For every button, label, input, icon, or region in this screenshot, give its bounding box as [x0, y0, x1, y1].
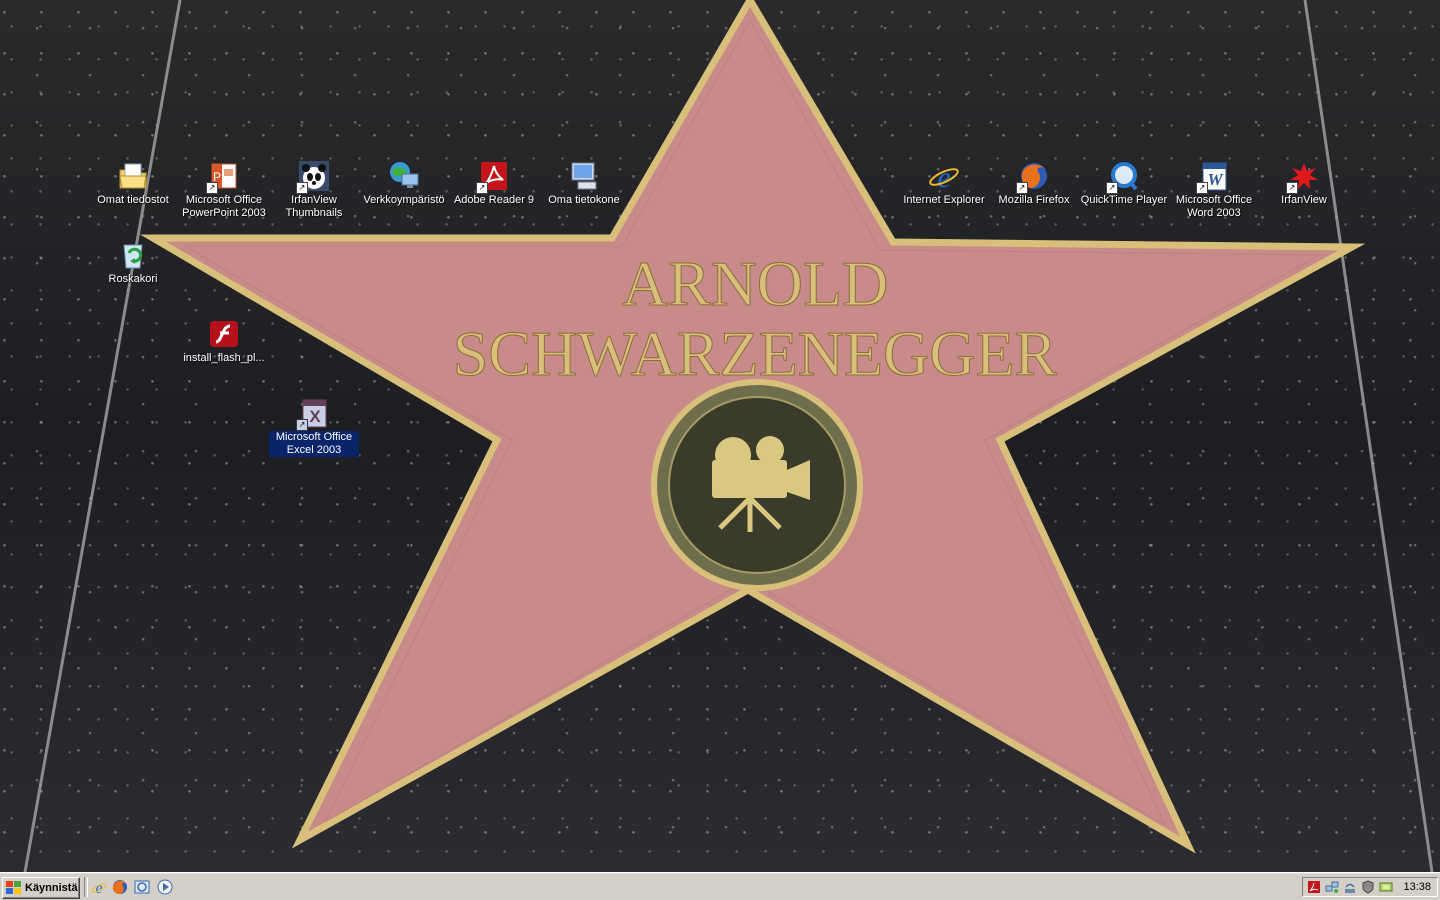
shortcut-arrow-icon: ↗ [1286, 182, 1298, 194]
taskbar: Käynnistä e 13:38 [0, 872, 1440, 900]
flash-installer-icon [208, 318, 240, 350]
powerpoint-icon: P ↗ [206, 160, 240, 194]
desktop-icon-label: Microsoft Office Excel 2003 [269, 431, 359, 457]
svg-text:e: e [937, 161, 950, 192]
star-name-line2: SCHWARZENEGGER [453, 318, 1058, 389]
quicktime-icon: ↗ [1106, 160, 1140, 194]
svg-text:X: X [309, 407, 321, 426]
star-name-line1: ARNOLD [622, 248, 889, 319]
internet-explorer-icon: e [928, 160, 960, 192]
tray-network-icon[interactable] [1325, 880, 1339, 894]
svg-text:e: e [95, 880, 102, 895]
quicklaunch-internet-explorer-icon[interactable]: e [91, 879, 107, 895]
desktop-icon-label: Verkkoympäristö [363, 194, 445, 206]
desktop-icon-my-computer[interactable]: Oma tietokone [539, 160, 629, 207]
my-computer-icon [568, 160, 600, 192]
desktop-icon-label: Omat tiedostot [97, 194, 169, 206]
desktop-icon-powerpoint[interactable]: P ↗ Microsoft Office PowerPoint 2003 [179, 160, 269, 220]
desktop-icon-label: Internet Explorer [903, 194, 985, 206]
start-label: Käynnistä [25, 882, 78, 894]
desktop-icon-label: IrfanView Thumbnails [285, 194, 343, 219]
tray-shield-icon[interactable] [1361, 880, 1375, 894]
desktop-icon-recycle-bin[interactable]: Roskakori [88, 239, 178, 286]
word-icon: W ↗ [1196, 160, 1230, 194]
desktop-icon-internet-explorer[interactable]: e Internet Explorer [899, 160, 989, 207]
wallpaper: ARNOLD SCHWARZENEGGER [23, 0, 1434, 872]
desktop-icon-label: Roskakori [108, 273, 158, 285]
desktop-icon-my-documents[interactable]: Omat tiedostot [88, 160, 178, 207]
desktop-icon-excel[interactable]: X ↗ Microsoft Office Excel 2003 [269, 397, 359, 457]
quicklaunch-media-player-icon[interactable] [157, 879, 173, 895]
shortcut-arrow-icon: ↗ [296, 182, 308, 194]
start-button[interactable]: Käynnistä [2, 877, 80, 899]
taskbar-separator [84, 877, 88, 897]
shortcut-arrow-icon: ↗ [476, 182, 488, 194]
svg-text:W: W [1207, 170, 1224, 189]
desktop-icon-network[interactable]: Verkkoympäristö [359, 160, 449, 207]
tray-security-icon[interactable] [1379, 880, 1393, 894]
shortcut-arrow-icon: ↗ [1106, 182, 1118, 194]
panda-icon: ↗ [296, 160, 330, 194]
desktop-icon-label: Mozilla Firefox [998, 194, 1070, 206]
shortcut-arrow-icon: ↗ [1016, 182, 1028, 194]
desktop-icon-flash-installer[interactable]: install_flash_pl... [179, 318, 269, 365]
irfanview-icon: ↗ [1286, 160, 1320, 194]
desktop-icon-label: Adobe Reader 9 [453, 194, 535, 206]
adobe-reader-icon: ↗ [476, 160, 510, 194]
tray-wifi-icon[interactable] [1343, 880, 1357, 894]
desktop-icon-irfanview[interactable]: ↗ IrfanView [1259, 160, 1349, 207]
windows-logo-icon [6, 881, 21, 894]
desktop-icon-word[interactable]: W ↗ Microsoft Office Word 2003 [1169, 160, 1259, 220]
network-icon [388, 160, 420, 192]
my-documents-icon [117, 160, 149, 192]
desktop-icon-label: Microsoft Office Word 2003 [1175, 194, 1253, 219]
desktop[interactable]: ARNOLD SCHWARZENEGGER Omat tiedostot P ↗… [0, 0, 1440, 872]
desktop-icon-quicktime[interactable]: ↗ QuickTime Player [1079, 160, 1169, 207]
desktop-icon-adobe-reader[interactable]: ↗ Adobe Reader 9 [449, 160, 539, 207]
desktop-icon-label: QuickTime Player [1080, 194, 1168, 206]
desktop-icon-label: install_flash_pl... [183, 352, 265, 364]
shortcut-arrow-icon: ↗ [1196, 182, 1208, 194]
excel-icon: X ↗ [296, 397, 330, 431]
quicklaunch-firefox-icon[interactable] [112, 879, 128, 895]
tray-adobe-icon[interactable] [1307, 880, 1321, 894]
firefox-icon: ↗ [1016, 160, 1050, 194]
recycle-bin-icon [117, 239, 149, 271]
desktop-icon-firefox[interactable]: ↗ Mozilla Firefox [989, 160, 1079, 207]
desktop-icon-irfanview-thumbnails[interactable]: ↗ IrfanView Thumbnails [269, 160, 359, 220]
desktop-icon-label: IrfanView [1281, 194, 1327, 206]
shortcut-arrow-icon: ↗ [296, 419, 308, 431]
clock[interactable]: 13:38 [1403, 881, 1431, 893]
shortcut-arrow-icon: ↗ [206, 182, 218, 194]
system-tray: 13:38 [1302, 877, 1438, 897]
quicklaunch-outlook-express-icon[interactable] [134, 879, 150, 895]
desktop-icon-label: Microsoft Office PowerPoint 2003 [182, 194, 266, 219]
desktop-icon-label: Oma tietokone [548, 194, 620, 206]
